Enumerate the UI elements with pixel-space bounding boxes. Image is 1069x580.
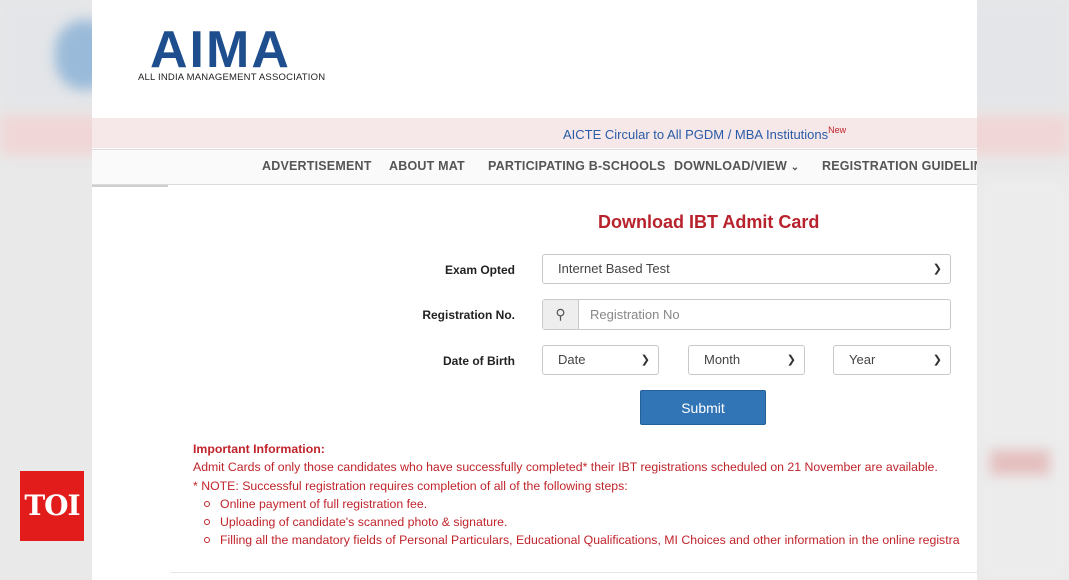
steps-list: Online payment of full registration fee.… [193,495,977,550]
toi-watermark-logo: TOI [20,471,84,541]
chevron-down-icon: ❯ [932,354,942,366]
aima-logo[interactable]: AIMA ALL INDIA MANAGEMENT ASSOCIATION [138,24,328,86]
nav-download-view[interactable]: DOWNLOAD/VIEW ⌄ [674,159,799,173]
registration-label: Registration No. [422,308,515,322]
chevron-down-icon: ❯ [640,354,650,366]
dob-month-value: Month [704,352,741,367]
main-nav: ADVERTISEMENT ABOUT MAT PARTICIPATING B-… [92,149,977,185]
nav-participating-b-schools[interactable]: PARTICIPATING B-SCHOOLS [488,159,666,173]
announcement-link[interactable]: AICTE Circular to All PGDM / MBA Institu… [563,125,846,142]
chevron-down-icon: ❯ [932,263,942,275]
logo-letters: AIMA [150,21,291,79]
dob-year-value: Year [849,352,876,367]
logo-subtitle: ALL INDIA MANAGEMENT ASSOCIATION [138,72,326,83]
background-right-red [990,450,1050,475]
dob-date-value: Date [558,352,586,367]
divider [170,572,977,573]
bullet-icon [204,537,210,544]
announcement-text: AICTE Circular to All PGDM / MBA Institu… [563,127,829,142]
exam-opted-value: Internet Based Test [558,261,670,276]
step-text: Online payment of full registration fee. [220,496,428,511]
list-item: Online payment of full registration fee. [193,495,977,513]
info-line: Admit Cards of only those candidates who… [193,460,938,475]
info-heading: Important Information: [193,442,325,456]
chevron-down-icon: ❯ [786,354,796,366]
dob-label: Date of Birth [443,354,515,368]
dob-month-select[interactable]: Month ❯ [688,345,805,375]
chevron-down-icon: ⌄ [790,162,800,173]
registration-input[interactable] [579,300,949,329]
info-note: * NOTE: Successful registration requires… [193,478,628,493]
page-panel: AIMA ALL INDIA MANAGEMENT ASSOCIATION AI… [92,0,977,580]
list-item: Uploading of candidate's scanned photo &… [193,513,977,531]
nav-divider [92,185,168,187]
nav-advertisement[interactable]: ADVERTISEMENT [262,159,372,173]
registration-input-group: ⚲ [542,299,951,330]
nav-download-view-label: DOWNLOAD/VIEW [674,159,788,173]
announcement-bar: AICTE Circular to All PGDM / MBA Institu… [92,118,977,148]
nav-about-mat[interactable]: ABOUT MAT [389,159,465,173]
nav-registration-guidelines[interactable]: REGISTRATION GUIDELINES [822,159,977,173]
submit-button[interactable]: Submit [640,390,766,425]
step-text: Uploading of candidate's scanned photo &… [220,515,508,530]
background-right [978,180,1069,580]
dob-date-select[interactable]: Date ❯ [542,345,659,375]
bullet-icon [204,519,210,526]
exam-opted-label: Exam Opted [444,263,515,277]
exam-opted-select[interactable]: Internet Based Test ❯ [542,254,951,284]
list-item: Filling all the mandatory fields of Pers… [193,531,977,549]
form-title: Download IBT Admit Card [598,212,820,232]
step-text: Filling all the mandatory fields of Pers… [220,533,960,548]
bullet-icon [204,500,210,507]
dob-year-select[interactable]: Year ❯ [833,345,951,375]
new-badge: New [828,125,847,135]
key-icon: ⚲ [543,300,579,329]
important-information: Important Information: Admit Cards of on… [193,440,977,550]
